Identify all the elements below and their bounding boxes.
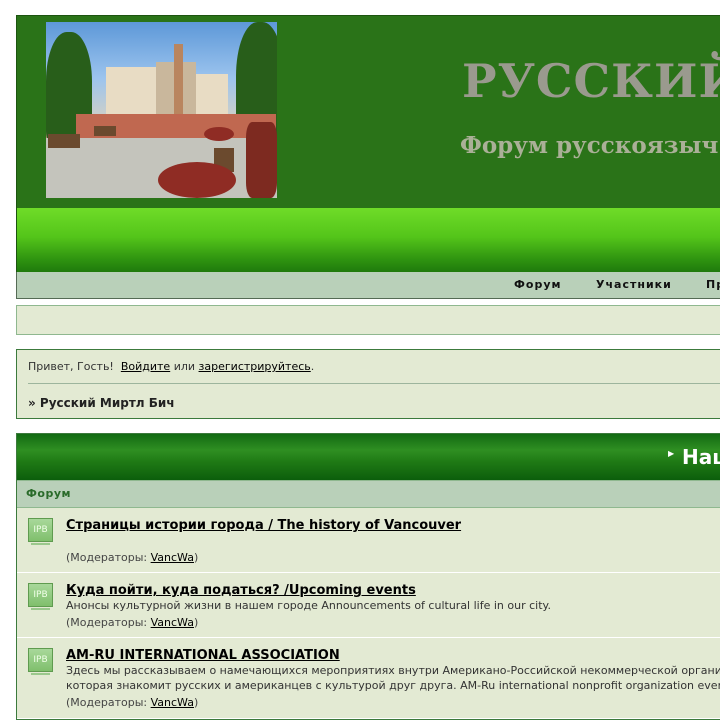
forum-moderators: (Модераторы: VancWa) <box>66 551 199 564</box>
period: . <box>310 360 315 373</box>
forum-status-icon: IPB <box>28 648 53 675</box>
greeting-line: Привет, Гость! Войдите или зарегистрируй… <box>28 360 314 373</box>
moderator-link[interactable]: VancWa <box>151 696 194 709</box>
column-header: Форум <box>17 480 720 508</box>
nav-bar: Форум Участники Пр <box>16 272 720 299</box>
forum-row: IPB Страницы истории города / The histor… <box>17 508 720 573</box>
forum-name[interactable]: Страницы истории города / The history of… <box>66 518 461 533</box>
moderator-link[interactable]: VancWa <box>151 616 194 629</box>
site-title: РУССКИЙ <box>462 54 720 108</box>
nav-item-more[interactable]: Пр <box>706 278 720 291</box>
forum-row: IPB Куда пойти, куда податься? /Upcoming… <box>17 573 720 638</box>
header-band <box>16 208 720 272</box>
register-link[interactable]: зарегистрируйтесь <box>199 360 311 373</box>
column-forum-label: Форум <box>26 487 72 500</box>
welcome-panel: Привет, Гость! Войдите или зарегистрируй… <box>16 349 720 419</box>
site-subtitle: Форум русскоязыч <box>460 132 719 159</box>
triangle-right-icon[interactable]: ▶ <box>668 449 674 458</box>
moderator-link[interactable]: VancWa <box>151 551 194 564</box>
breadcrumb[interactable]: » Русский Миртл Бич <box>28 396 175 410</box>
forum-row: IPB AM-RU INTERNATIONAL ASSOCIATION Здес… <box>17 638 720 719</box>
site-header: РУССКИЙ Форум русскоязыч <box>16 15 720 208</box>
or-text: или <box>173 360 196 373</box>
forum-name[interactable]: Куда пойти, куда податься? /Upcoming eve… <box>66 583 416 598</box>
category-title[interactable]: Нац <box>682 445 720 469</box>
forum-description: Анонсы культурной жизни в нашем городе A… <box>66 599 551 612</box>
welcome-divider <box>28 383 720 384</box>
category-header: ▶ Нац <box>17 434 720 480</box>
greeting-text: Привет, Гость! <box>28 360 114 373</box>
page: РУССКИЙ Форум русскоязыч Форум Участники… <box>16 15 720 720</box>
forum-status-icon: IPB <box>28 583 53 610</box>
nav-item-members[interactable]: Участники <box>596 278 672 291</box>
nav-item-forum[interactable]: Форум <box>514 278 562 291</box>
forum-moderators: (Модераторы: VancWa) <box>66 616 199 629</box>
forum-name[interactable]: AM-RU INTERNATIONAL ASSOCIATION <box>66 648 340 663</box>
forum-moderators: (Модераторы: VancWa) <box>66 696 199 709</box>
forum-description-line-2: которая знакомит русских и американцев с… <box>66 679 720 692</box>
login-link[interactable]: Войдите <box>121 360 170 373</box>
forum-status-icon: IPB <box>28 518 53 545</box>
forum-description-line-1: Здесь мы рассказываем о намечающихся мер… <box>66 664 720 677</box>
header-photo <box>46 22 277 198</box>
forum-category: ▶ Нац Форум IPB Страницы истории города … <box>16 433 720 720</box>
info-bar <box>16 305 720 335</box>
